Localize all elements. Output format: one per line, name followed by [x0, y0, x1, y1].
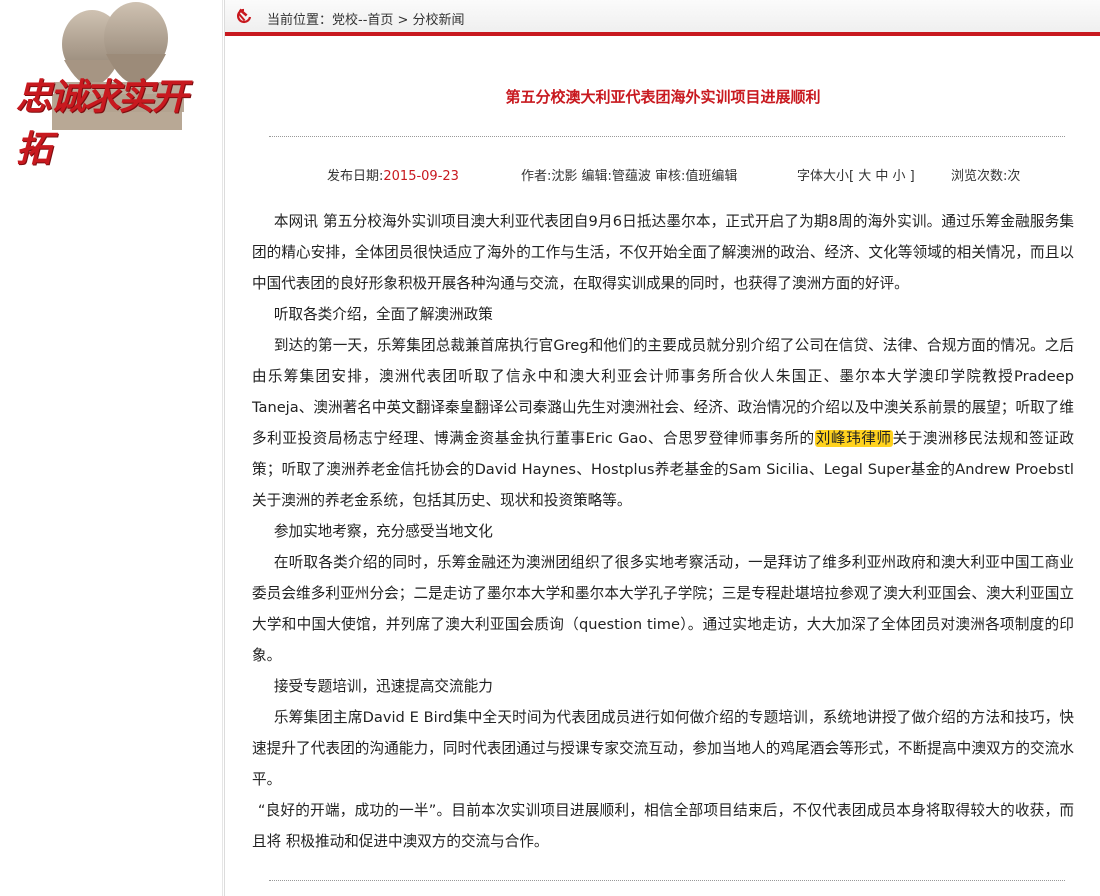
article-body: 本网讯 第五分校海外实训项目澳大利亚代表团自9月6日抵达墨尔本，正式开启了为期8… [252, 206, 1074, 857]
breadcrumb-bar: 当前位置：党校--首页 > 分校新闻 [225, 0, 1100, 36]
paragraph-briefings: 到达的第一天，乐筹集团总裁兼首席执行官Greg和他们的主要成员就分别介绍了公司在… [252, 330, 1074, 516]
publish-date-label: 发布日期: [327, 169, 384, 184]
font-size-selector[interactable]: 字体大小[ 大 中 小 ] [797, 165, 915, 184]
section-heading-2: 参加实地考察，充分感受当地文化 [273, 523, 493, 540]
paragraph-training: 乐筹集团主席David E Bird集中全天时间为代表团成员进行如何做介绍的专题… [252, 709, 1074, 788]
hammer-sickle-icon [237, 8, 252, 24]
highlighted-name: 刘峰玮律师 [814, 430, 893, 447]
section-heading-3: 接受专题培训，迅速提高交流能力 [273, 678, 493, 695]
view-count: 浏览次数:次 [951, 169, 1021, 184]
section-heading-1: 听取各类介绍，全面了解澳洲政策 [273, 306, 493, 323]
paragraph-intro: 本网讯 第五分校海外实训项目澳大利亚代表团自9月6日抵达墨尔本，正式开启了为期8… [252, 213, 1074, 292]
divider-bottom [269, 880, 1065, 881]
divider-top [269, 136, 1065, 137]
logo-slogan: 忠诚求实开拓 [16, 76, 188, 170]
school-logo: 忠诚求实开拓 [14, 2, 212, 170]
breadcrumb[interactable]: 当前位置：党校--首页 > 分校新闻 [267, 9, 465, 28]
paragraph-conclusion: “良好的开端，成功的一半”。目前本次实训项目进展顺利，相信全部项目结束后，不仅代… [252, 802, 1074, 850]
article-authors: 作者:沈影 编辑:管蕴波 审核:值班编辑 [521, 169, 738, 184]
paragraph-field-visits: 在听取各类介绍的同时，乐筹金融还为澳洲团组织了很多实地考察活动，一是拜访了维多利… [252, 554, 1074, 664]
left-sidebar: 忠诚求实开拓 [0, 0, 223, 896]
main-content: 当前位置：党校--首页 > 分校新闻 第五分校澳大利亚代表团海外实训项目进展顺利… [224, 0, 1100, 896]
article-title: 第五分校澳大利亚代表团海外实训项目进展顺利 [505, 88, 821, 106]
publish-date: 发布日期:2015-09-23 [327, 165, 459, 184]
publish-date-value: 2015-09-23 [383, 169, 459, 184]
